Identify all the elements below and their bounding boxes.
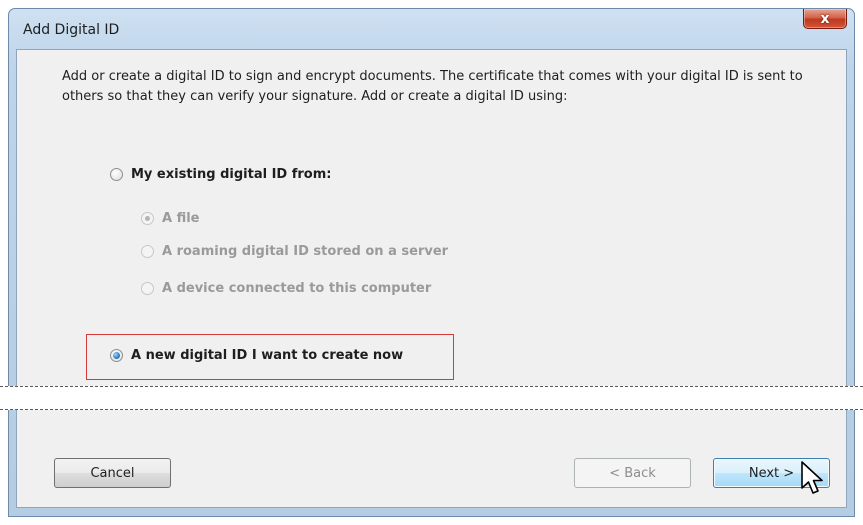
sub-option-file: A file bbox=[141, 211, 200, 226]
option-new-id-label: A new digital ID I want to create now bbox=[131, 348, 404, 363]
option-existing-id-label: My existing digital ID from: bbox=[131, 167, 332, 182]
intro-text: Add or create a digital ID to sign and e… bbox=[62, 69, 803, 104]
radio-roaming bbox=[141, 245, 154, 258]
window-title: Add Digital ID bbox=[23, 22, 120, 38]
mouse-pointer-icon bbox=[801, 461, 823, 494]
close-button[interactable]: x bbox=[803, 9, 847, 29]
radio-existing-id[interactable] bbox=[110, 168, 123, 181]
cancel-button[interactable]: Cancel bbox=[54, 458, 171, 488]
sub-option-file-label: A file bbox=[162, 211, 200, 226]
sub-option-roaming: A roaming digital ID stored on a server bbox=[141, 244, 448, 259]
radio-new-id[interactable] bbox=[110, 349, 123, 362]
sub-option-device: A device connected to this computer bbox=[141, 281, 431, 296]
screenshot-break bbox=[0, 386, 863, 410]
option-new-id[interactable]: A new digital ID I want to create now bbox=[110, 348, 403, 363]
sub-option-device-label: A device connected to this computer bbox=[162, 281, 432, 296]
dialog-content bbox=[16, 49, 847, 508]
radio-device bbox=[141, 282, 154, 295]
radio-file bbox=[141, 212, 154, 225]
sub-option-roaming-label: A roaming digital ID stored on a server bbox=[162, 244, 449, 259]
back-button[interactable]: < Back bbox=[574, 458, 691, 488]
close-icon: x bbox=[820, 10, 830, 27]
option-existing-id[interactable]: My existing digital ID from: bbox=[110, 167, 331, 182]
